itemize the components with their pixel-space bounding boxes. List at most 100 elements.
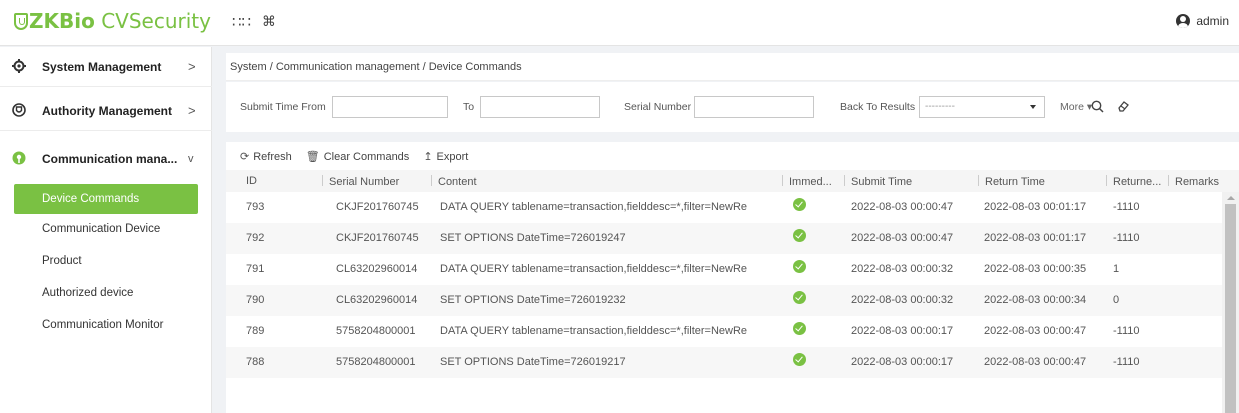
- scrollbar-thumb[interactable]: [1225, 204, 1236, 413]
- cell-content: DATA QUERY tablename=transaction,fieldde…: [440, 325, 748, 337]
- column-header-immediate[interactable]: Immed...: [782, 175, 832, 188]
- sidebar-item-authorized-device[interactable]: Authorized device: [0, 278, 212, 308]
- command-icon[interactable]: ⌘: [262, 13, 276, 30]
- logo-brand: ZKBio: [29, 9, 95, 33]
- eraser-icon[interactable]: [1117, 100, 1130, 113]
- column-header-label: Immed...: [789, 176, 832, 188]
- export-button[interactable]: ↥ Export: [423, 150, 468, 163]
- export-icon: ↥: [423, 151, 433, 163]
- check-circle-icon: [793, 260, 806, 273]
- cell-returned-value: -1110: [1113, 201, 1140, 213]
- column-header-label: Remarks: [1175, 176, 1220, 188]
- cell-return-time: 2022-08-03 00:00:47: [984, 325, 1087, 337]
- cell-submit-time: 2022-08-03 00:00:32: [851, 263, 954, 275]
- cell-content: DATA QUERY tablename=transaction,fieldde…: [440, 201, 748, 213]
- communication-icon: [12, 151, 26, 165]
- cell-returned-value: 1: [1113, 263, 1120, 275]
- sidebar-group-system-management[interactable]: System Management >: [0, 47, 212, 87]
- chevron-right-icon: >: [188, 103, 196, 118]
- cell-return-time: 2022-08-03 00:00:34: [984, 294, 1087, 306]
- chevron-down-icon: v: [188, 153, 194, 165]
- logo-product: CVSecurity: [94, 9, 211, 33]
- cell-return-time: 2022-08-03 00:00:35: [984, 263, 1087, 275]
- cell-id: 792: [246, 232, 265, 244]
- caret-down-icon: [1030, 105, 1036, 109]
- cell-returned-value: 0: [1113, 294, 1120, 306]
- cell-submit-time: 2022-08-03 00:00:32: [851, 294, 954, 306]
- cell-content: SET OPTIONS DateTime=726019247: [440, 232, 626, 244]
- gear-icon: [12, 59, 26, 73]
- more-label: More: [1060, 101, 1084, 113]
- submit-time-from-label: Submit Time From: [240, 101, 326, 113]
- cell-returned-value: -1110: [1113, 325, 1140, 337]
- submit-time-from-input[interactable]: [332, 96, 448, 118]
- sidebar-item-product[interactable]: Product: [0, 246, 212, 276]
- sidebar-group-communication-management[interactable]: Communication mana... v: [0, 139, 212, 179]
- table-row[interactable]: 788 5758204800001 SET OPTIONS DateTime=726…: [226, 347, 1222, 378]
- sidebar-group-authority-management[interactable]: Authority Management >: [0, 91, 212, 131]
- top-bar: ZKBio CVSecurity ∷∷ ⌘ admin: [0, 0, 1239, 46]
- refresh-label: Refresh: [253, 151, 292, 163]
- serial-number-input[interactable]: [694, 96, 814, 118]
- cell-return-time: 2022-08-03 00:01:17: [984, 232, 1087, 244]
- cell-serial-number: 5758204800001: [336, 356, 416, 368]
- user-menu[interactable]: admin: [1176, 14, 1229, 28]
- grid-toolbar: ⟳ Refresh 🗑 Clear Commands ↥ Export: [240, 150, 468, 163]
- breadcrumb: System / Communication management / Devi…: [226, 53, 1239, 81]
- shield-icon: [12, 103, 26, 117]
- logo-shield-icon: [14, 13, 28, 30]
- user-avatar-icon: [1176, 14, 1191, 28]
- cell-id: 791: [246, 263, 265, 275]
- table-row[interactable]: 792 CKJF201760745 SET OPTIONS DateTime=726…: [226, 223, 1222, 254]
- sidebar-item-communication-device[interactable]: Communication Device: [0, 214, 212, 244]
- column-header-submit-time[interactable]: Submit Time: [844, 175, 912, 188]
- to-label: To: [463, 101, 475, 113]
- cell-serial-number: CL63202960014: [336, 263, 418, 275]
- chevron-right-icon: >: [188, 59, 196, 74]
- back-to-results-value: ---------: [925, 101, 955, 112]
- cell-serial-number: CKJF201760745: [336, 232, 419, 244]
- column-header-label: Submit Time: [851, 176, 913, 188]
- cell-return-time: 2022-08-03 00:00:47: [984, 356, 1087, 368]
- to-time-input[interactable]: [480, 96, 600, 118]
- column-header-return-time[interactable]: Return Time: [978, 175, 1045, 188]
- grid-icon[interactable]: ∷∷: [232, 13, 251, 31]
- clear-commands-button[interactable]: 🗑 Clear Commands: [306, 150, 410, 163]
- search-icon[interactable]: [1091, 100, 1104, 113]
- cell-submit-time: 2022-08-03 00:00:47: [851, 232, 954, 244]
- filter-bar: Submit Time From To Serial Number Back T…: [226, 82, 1239, 132]
- table-row[interactable]: 793 CKJF201760745 DATA QUERY tablename=tra…: [226, 192, 1222, 223]
- refresh-button[interactable]: ⟳ Refresh: [240, 150, 292, 163]
- scroll-up-arrow-icon[interactable]: [1227, 196, 1235, 200]
- cell-id: 793: [246, 201, 265, 213]
- back-to-results-select[interactable]: ---------: [919, 96, 1045, 118]
- cell-return-time: 2022-08-03 00:01:17: [984, 201, 1087, 213]
- column-header-serial-number[interactable]: Serial Number: [322, 175, 399, 188]
- column-header-label: Serial Number: [329, 176, 400, 188]
- trash-icon: 🗑: [305, 151, 320, 163]
- column-header-remarks[interactable]: Remarks: [1168, 175, 1219, 188]
- cell-serial-number: 5758204800001: [336, 325, 416, 337]
- cell-returned-value: -1110: [1113, 232, 1140, 244]
- table-row[interactable]: 790 CL63202960014 SET OPTIONS DateTime=726…: [226, 285, 1222, 316]
- check-circle-icon: [793, 291, 806, 304]
- clear-commands-label: Clear Commands: [323, 151, 410, 163]
- export-label: Export: [436, 151, 469, 163]
- column-header-id[interactable]: ID: [246, 175, 257, 187]
- table-row[interactable]: 789 5758204800001 DATA QUERY tablename=tra…: [226, 316, 1222, 347]
- cell-serial-number: CKJF201760745: [336, 201, 419, 213]
- cell-id: 788: [246, 356, 265, 368]
- refresh-icon: ⟳: [240, 151, 250, 163]
- sidebar-item-device-commands[interactable]: Device Commands: [14, 184, 198, 214]
- check-circle-icon: [793, 229, 806, 242]
- more-button[interactable]: More ▾: [1060, 101, 1092, 113]
- column-header-returned-value[interactable]: Returne...: [1106, 175, 1161, 188]
- app-logo[interactable]: ZKBio CVSecurity: [14, 9, 211, 33]
- table-row[interactable]: 791 CL63202960014 DATA QUERY tablename=tra…: [226, 254, 1222, 285]
- sidebar-group-label: Authority Management: [42, 103, 173, 118]
- sidebar-item-communication-monitor[interactable]: Communication Monitor: [0, 310, 212, 340]
- sidebar-group-label: System Management: [42, 59, 162, 74]
- column-header-label: Content: [438, 176, 477, 188]
- cell-submit-time: 2022-08-03 00:00:17: [851, 356, 954, 368]
- column-header-content[interactable]: Content: [431, 175, 477, 188]
